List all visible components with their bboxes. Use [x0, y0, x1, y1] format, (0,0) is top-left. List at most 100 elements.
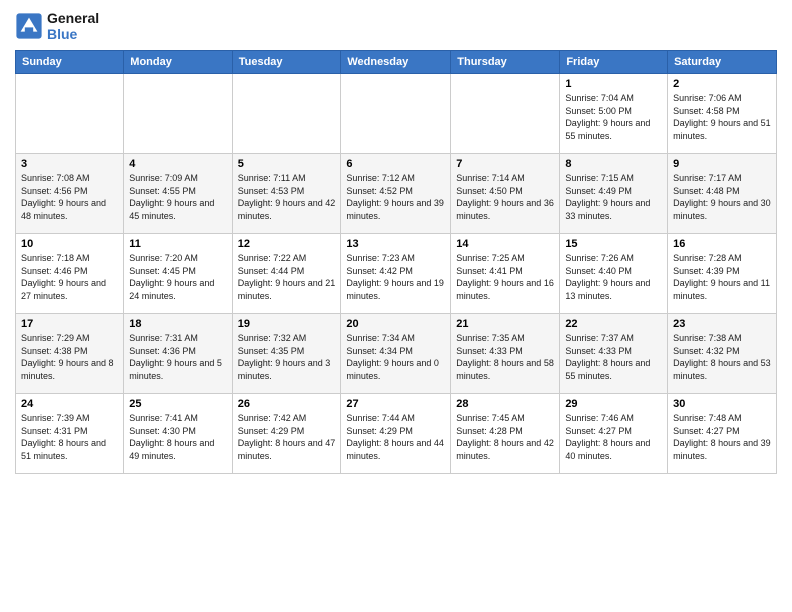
- day-info: Sunrise: 7:08 AM Sunset: 4:56 PM Dayligh…: [21, 172, 118, 222]
- day-info: Sunrise: 7:42 AM Sunset: 4:29 PM Dayligh…: [238, 412, 336, 462]
- day-number: 22: [565, 318, 662, 330]
- day-info: Sunrise: 7:45 AM Sunset: 4:28 PM Dayligh…: [456, 412, 554, 462]
- day-cell: 3 Sunrise: 7:08 AM Sunset: 4:56 PM Daylig…: [16, 154, 124, 234]
- weekday-header-sunday: Sunday: [16, 51, 124, 74]
- day-info: Sunrise: 7:44 AM Sunset: 4:29 PM Dayligh…: [346, 412, 445, 462]
- day-cell: 14 Sunrise: 7:25 AM Sunset: 4:41 PM Dayli…: [451, 234, 560, 314]
- day-cell: 25 Sunrise: 7:41 AM Sunset: 4:30 PM Dayli…: [124, 394, 232, 474]
- day-info: Sunrise: 7:06 AM Sunset: 4:58 PM Dayligh…: [673, 92, 771, 142]
- day-cell: [16, 74, 124, 154]
- day-cell: 7 Sunrise: 7:14 AM Sunset: 4:50 PM Daylig…: [451, 154, 560, 234]
- day-cell: 17Sunrise: 7:29 AM Sunset: 4:38 PM Dayli…: [16, 314, 124, 394]
- header: General Blue: [15, 10, 777, 42]
- day-info: Sunrise: 7:37 AM Sunset: 4:33 PM Dayligh…: [565, 332, 662, 382]
- day-number: 6: [346, 158, 445, 170]
- day-info: Sunrise: 7:46 AM Sunset: 4:27 PM Dayligh…: [565, 412, 662, 462]
- day-cell: 5 Sunrise: 7:11 AM Sunset: 4:53 PM Daylig…: [232, 154, 341, 234]
- day-cell: [124, 74, 232, 154]
- day-number: 29: [565, 398, 662, 410]
- day-number: 7: [456, 158, 554, 170]
- day-info: Sunrise: 7:34 AM Sunset: 4:34 PM Dayligh…: [346, 332, 445, 382]
- day-cell: 26Sunrise: 7:42 AM Sunset: 4:29 PM Dayli…: [232, 394, 341, 474]
- day-cell: 11Sunrise: 7:20 AM Sunset: 4:45 PM Dayli…: [124, 234, 232, 314]
- weekday-header-monday: Monday: [124, 51, 232, 74]
- logo: General Blue: [15, 10, 99, 42]
- day-info: Sunrise: 7:28 AM Sunset: 4:39 PM Dayligh…: [673, 252, 771, 302]
- day-number: 5: [238, 158, 336, 170]
- day-cell: [341, 74, 451, 154]
- day-info: Sunrise: 7:32 AM Sunset: 4:35 PM Dayligh…: [238, 332, 336, 382]
- day-number: 13: [346, 238, 445, 250]
- day-cell: 23Sunrise: 7:38 AM Sunset: 4:32 PM Dayli…: [668, 314, 777, 394]
- day-cell: 9Sunrise: 7:17 AM Sunset: 4:48 PM Daylig…: [668, 154, 777, 234]
- day-cell: 13Sunrise: 7:23 AM Sunset: 4:42 PM Dayli…: [341, 234, 451, 314]
- day-number: 21: [456, 318, 554, 330]
- day-info: Sunrise: 7:20 AM Sunset: 4:45 PM Dayligh…: [129, 252, 226, 302]
- day-number: 18: [129, 318, 226, 330]
- day-info: Sunrise: 7:41 AM Sunset: 4:30 PM Dayligh…: [129, 412, 226, 462]
- day-number: 10: [21, 238, 118, 250]
- day-number: 3: [21, 158, 118, 170]
- day-number: 28: [456, 398, 554, 410]
- day-cell: 2Sunrise: 7:06 AM Sunset: 4:58 PM Daylig…: [668, 74, 777, 154]
- day-info: Sunrise: 7:14 AM Sunset: 4:50 PM Dayligh…: [456, 172, 554, 222]
- day-info: Sunrise: 7:04 AM Sunset: 5:00 PM Dayligh…: [565, 92, 662, 142]
- day-info: Sunrise: 7:17 AM Sunset: 4:48 PM Dayligh…: [673, 172, 771, 222]
- calendar-container: General Blue SundayMondayTuesdayWednesda…: [0, 0, 792, 612]
- weekday-header-saturday: Saturday: [668, 51, 777, 74]
- day-cell: 1 Sunrise: 7:04 AM Sunset: 5:00 PM Daylig…: [560, 74, 668, 154]
- day-cell: [232, 74, 341, 154]
- day-info: Sunrise: 7:22 AM Sunset: 4:44 PM Dayligh…: [238, 252, 336, 302]
- day-info: Sunrise: 7:11 AM Sunset: 4:53 PM Dayligh…: [238, 172, 336, 222]
- week-row-4: 17Sunrise: 7:29 AM Sunset: 4:38 PM Dayli…: [16, 314, 777, 394]
- weekday-header-row: SundayMondayTuesdayWednesdayThursdayFrid…: [16, 51, 777, 74]
- day-cell: 28 Sunrise: 7:45 AM Sunset: 4:28 PM Dayli…: [451, 394, 560, 474]
- week-row-2: 3 Sunrise: 7:08 AM Sunset: 4:56 PM Daylig…: [16, 154, 777, 234]
- day-info: Sunrise: 7:15 AM Sunset: 4:49 PM Dayligh…: [565, 172, 662, 222]
- day-info: Sunrise: 7:18 AM Sunset: 4:46 PM Dayligh…: [21, 252, 118, 302]
- logo-icon: [15, 12, 43, 40]
- day-number: 1: [565, 78, 662, 90]
- day-number: 12: [238, 238, 336, 250]
- day-cell: 27 Sunrise: 7:44 AM Sunset: 4:29 PM Dayli…: [341, 394, 451, 474]
- weekday-header-thursday: Thursday: [451, 51, 560, 74]
- weekday-header-friday: Friday: [560, 51, 668, 74]
- calendar-table: SundayMondayTuesdayWednesdayThursdayFrid…: [15, 50, 777, 474]
- day-info: Sunrise: 7:48 AM Sunset: 4:27 PM Dayligh…: [673, 412, 771, 462]
- logo-text: General Blue: [47, 10, 99, 42]
- day-number: 20: [346, 318, 445, 330]
- day-number: 15: [565, 238, 662, 250]
- day-cell: 29 Sunrise: 7:46 AM Sunset: 4:27 PM Dayli…: [560, 394, 668, 474]
- day-cell: 6 Sunrise: 7:12 AM Sunset: 4:52 PM Daylig…: [341, 154, 451, 234]
- week-row-3: 10 Sunrise: 7:18 AM Sunset: 4:46 PM Dayli…: [16, 234, 777, 314]
- day-cell: 19Sunrise: 7:32 AM Sunset: 4:35 PM Dayli…: [232, 314, 341, 394]
- day-cell: 24 Sunrise: 7:39 AM Sunset: 4:31 PM Dayli…: [16, 394, 124, 474]
- day-cell: 18 Sunrise: 7:31 AM Sunset: 4:36 PM Dayli…: [124, 314, 232, 394]
- day-info: Sunrise: 7:31 AM Sunset: 4:36 PM Dayligh…: [129, 332, 226, 382]
- day-info: Sunrise: 7:26 AM Sunset: 4:40 PM Dayligh…: [565, 252, 662, 302]
- day-cell: 4 Sunrise: 7:09 AM Sunset: 4:55 PM Daylig…: [124, 154, 232, 234]
- day-number: 14: [456, 238, 554, 250]
- day-cell: 20 Sunrise: 7:34 AM Sunset: 4:34 PM Dayli…: [341, 314, 451, 394]
- day-info: Sunrise: 7:35 AM Sunset: 4:33 PM Dayligh…: [456, 332, 554, 382]
- day-info: Sunrise: 7:39 AM Sunset: 4:31 PM Dayligh…: [21, 412, 118, 462]
- day-cell: 30 Sunrise: 7:48 AM Sunset: 4:27 PM Dayli…: [668, 394, 777, 474]
- day-info: Sunrise: 7:29 AM Sunset: 4:38 PM Dayligh…: [21, 332, 118, 382]
- weekday-header-wednesday: Wednesday: [341, 51, 451, 74]
- day-info: Sunrise: 7:12 AM Sunset: 4:52 PM Dayligh…: [346, 172, 445, 222]
- day-number: 25: [129, 398, 226, 410]
- day-number: 30: [673, 398, 771, 410]
- day-cell: 16Sunrise: 7:28 AM Sunset: 4:39 PM Dayli…: [668, 234, 777, 314]
- day-cell: 22 Sunrise: 7:37 AM Sunset: 4:33 PM Dayli…: [560, 314, 668, 394]
- day-number: 27: [346, 398, 445, 410]
- day-number: 24: [21, 398, 118, 410]
- day-cell: 15 Sunrise: 7:26 AM Sunset: 4:40 PM Dayli…: [560, 234, 668, 314]
- day-cell: 10 Sunrise: 7:18 AM Sunset: 4:46 PM Dayli…: [16, 234, 124, 314]
- day-number: 4: [129, 158, 226, 170]
- day-cell: 12 Sunrise: 7:22 AM Sunset: 4:44 PM Dayli…: [232, 234, 341, 314]
- day-cell: 8Sunrise: 7:15 AM Sunset: 4:49 PM Daylig…: [560, 154, 668, 234]
- day-cell: 21 Sunrise: 7:35 AM Sunset: 4:33 PM Dayli…: [451, 314, 560, 394]
- day-info: Sunrise: 7:09 AM Sunset: 4:55 PM Dayligh…: [129, 172, 226, 222]
- day-info: Sunrise: 7:25 AM Sunset: 4:41 PM Dayligh…: [456, 252, 554, 302]
- day-number: 23: [673, 318, 771, 330]
